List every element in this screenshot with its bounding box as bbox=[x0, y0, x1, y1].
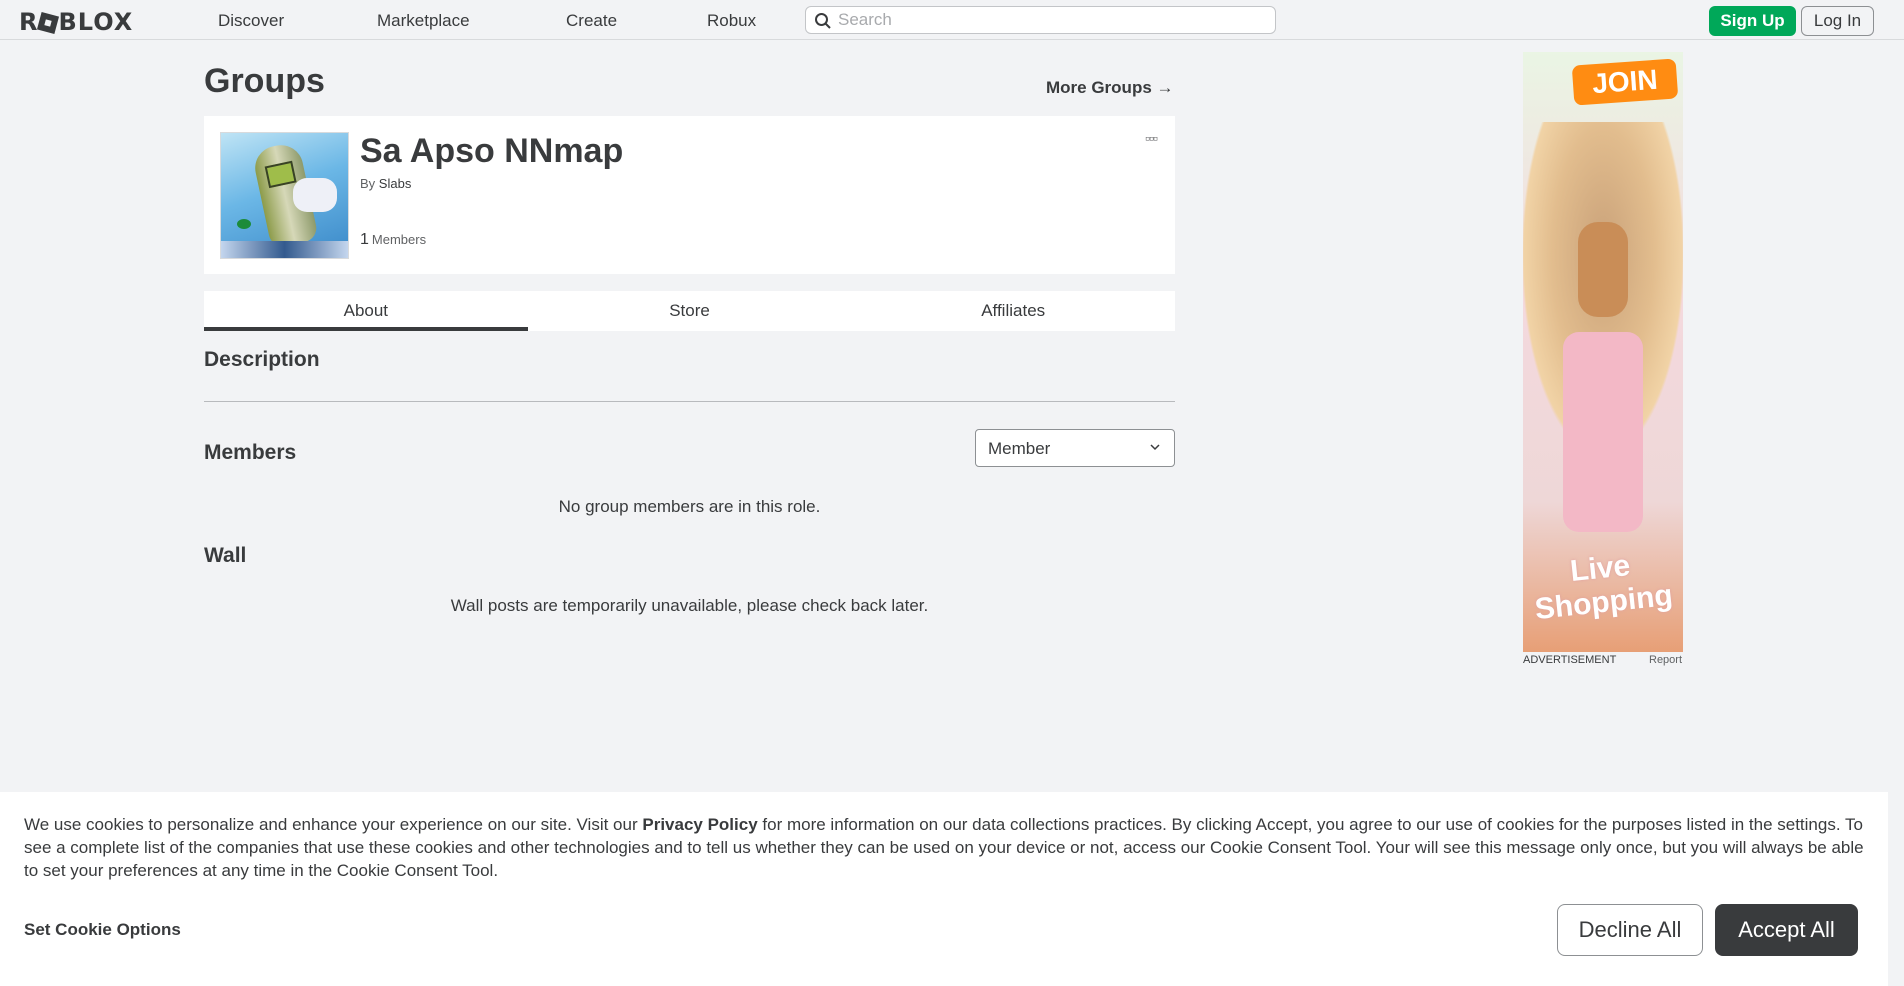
log-in-button[interactable]: Log In bbox=[1801, 6, 1874, 36]
wall-heading: Wall bbox=[204, 544, 247, 567]
decline-all-button[interactable]: Decline All bbox=[1557, 904, 1703, 956]
group-name: Sa Apso NNmap bbox=[360, 132, 624, 170]
ad-join-button: JOIN bbox=[1571, 58, 1679, 106]
nav-create-link[interactable]: Create bbox=[566, 11, 617, 31]
search-icon bbox=[815, 13, 831, 29]
ad-art-text: Live Shopping bbox=[1533, 549, 1675, 627]
owner-link[interactable]: Slabs bbox=[379, 176, 412, 191]
report-ad-link[interactable]: Report bbox=[1649, 654, 1682, 666]
accept-all-button[interactable]: Accept All bbox=[1715, 904, 1858, 956]
nav-discover-link[interactable]: Discover bbox=[218, 11, 284, 31]
search-box bbox=[805, 6, 1276, 34]
page-title: Groups bbox=[204, 62, 325, 100]
sign-up-button[interactable]: Sign Up bbox=[1709, 6, 1796, 36]
ad-avatar-head bbox=[1578, 222, 1628, 317]
search-input[interactable] bbox=[838, 10, 1258, 30]
more-options-icon[interactable]: ▫▫▫ bbox=[1145, 130, 1158, 146]
member-count: 1 Members bbox=[360, 231, 426, 249]
top-navigation-bar: R BLOX Discover Marketplace Create Robux … bbox=[0, 0, 1904, 40]
role-dropdown-value: Member bbox=[988, 439, 1051, 458]
set-cookie-options-link[interactable]: Set Cookie Options bbox=[24, 920, 181, 940]
group-tabs: About Store Affiliates bbox=[204, 291, 1175, 331]
page-scrollbar[interactable] bbox=[1888, 40, 1904, 986]
roblox-logo[interactable]: R BLOX bbox=[19, 8, 133, 36]
ad-avatar-body bbox=[1563, 332, 1643, 532]
cookie-message: We use cookies to personalize and enhanc… bbox=[24, 813, 1874, 882]
group-header-card: Sa Apso NNmap By Slabs 1 Members ▫▫▫ bbox=[204, 116, 1175, 274]
emblem-strip bbox=[221, 241, 348, 258]
group-owner: By Slabs bbox=[360, 176, 411, 191]
advertisement-label: ADVERTISEMENT bbox=[1523, 654, 1617, 666]
tab-store[interactable]: Store bbox=[528, 291, 852, 331]
wall-unavailable-message: Wall posts are temporarily unavailable, … bbox=[450, 596, 929, 615]
role-dropdown[interactable]: Member bbox=[975, 429, 1175, 467]
more-groups-link[interactable]: More Groups → bbox=[1046, 78, 1174, 98]
tab-affiliates[interactable]: Affiliates bbox=[851, 291, 1175, 331]
members-heading: Members bbox=[204, 441, 297, 464]
hand-illustration bbox=[293, 178, 337, 212]
advertisement-banner[interactable]: JOIN Live Shopping bbox=[1523, 52, 1683, 652]
cookie-consent-banner: We use cookies to personalize and enhanc… bbox=[0, 792, 1888, 986]
nav-robux-link[interactable]: Robux bbox=[707, 11, 756, 31]
member-count-label: Members bbox=[371, 232, 427, 247]
description-divider bbox=[204, 401, 1175, 402]
ball-illustration bbox=[237, 219, 251, 229]
tab-about[interactable]: About bbox=[204, 291, 528, 331]
cookie-text-before: We use cookies to personalize and enhanc… bbox=[24, 815, 643, 834]
owner-by-label: By bbox=[360, 176, 376, 191]
nav-marketplace-link[interactable]: Marketplace bbox=[377, 11, 470, 31]
privacy-policy-link[interactable]: Privacy Policy bbox=[642, 815, 757, 834]
no-members-message: No group members are in this role. bbox=[558, 497, 821, 516]
member-count-value: 1 bbox=[360, 231, 369, 248]
description-heading: Description bbox=[204, 348, 320, 371]
chevron-down-icon bbox=[1150, 444, 1160, 451]
group-emblem-image[interactable] bbox=[220, 132, 349, 259]
